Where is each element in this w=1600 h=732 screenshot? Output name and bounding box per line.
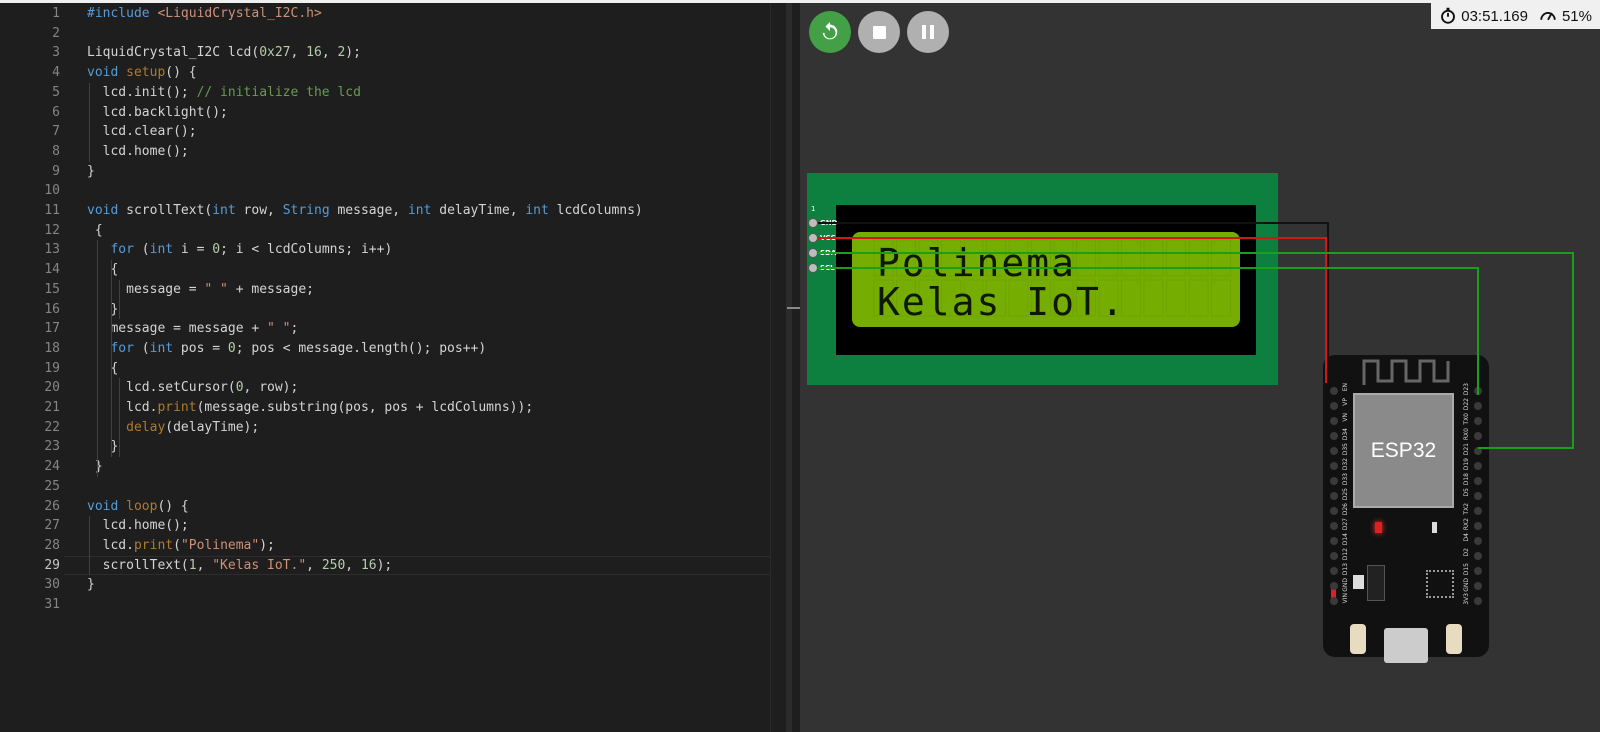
wiring bbox=[818, 222, 1574, 449]
wire-sda bbox=[818, 252, 1574, 449]
wire-scl bbox=[818, 267, 1479, 395]
wire-vcc bbox=[818, 237, 1327, 383]
wire-gnd bbox=[818, 222, 1329, 391]
